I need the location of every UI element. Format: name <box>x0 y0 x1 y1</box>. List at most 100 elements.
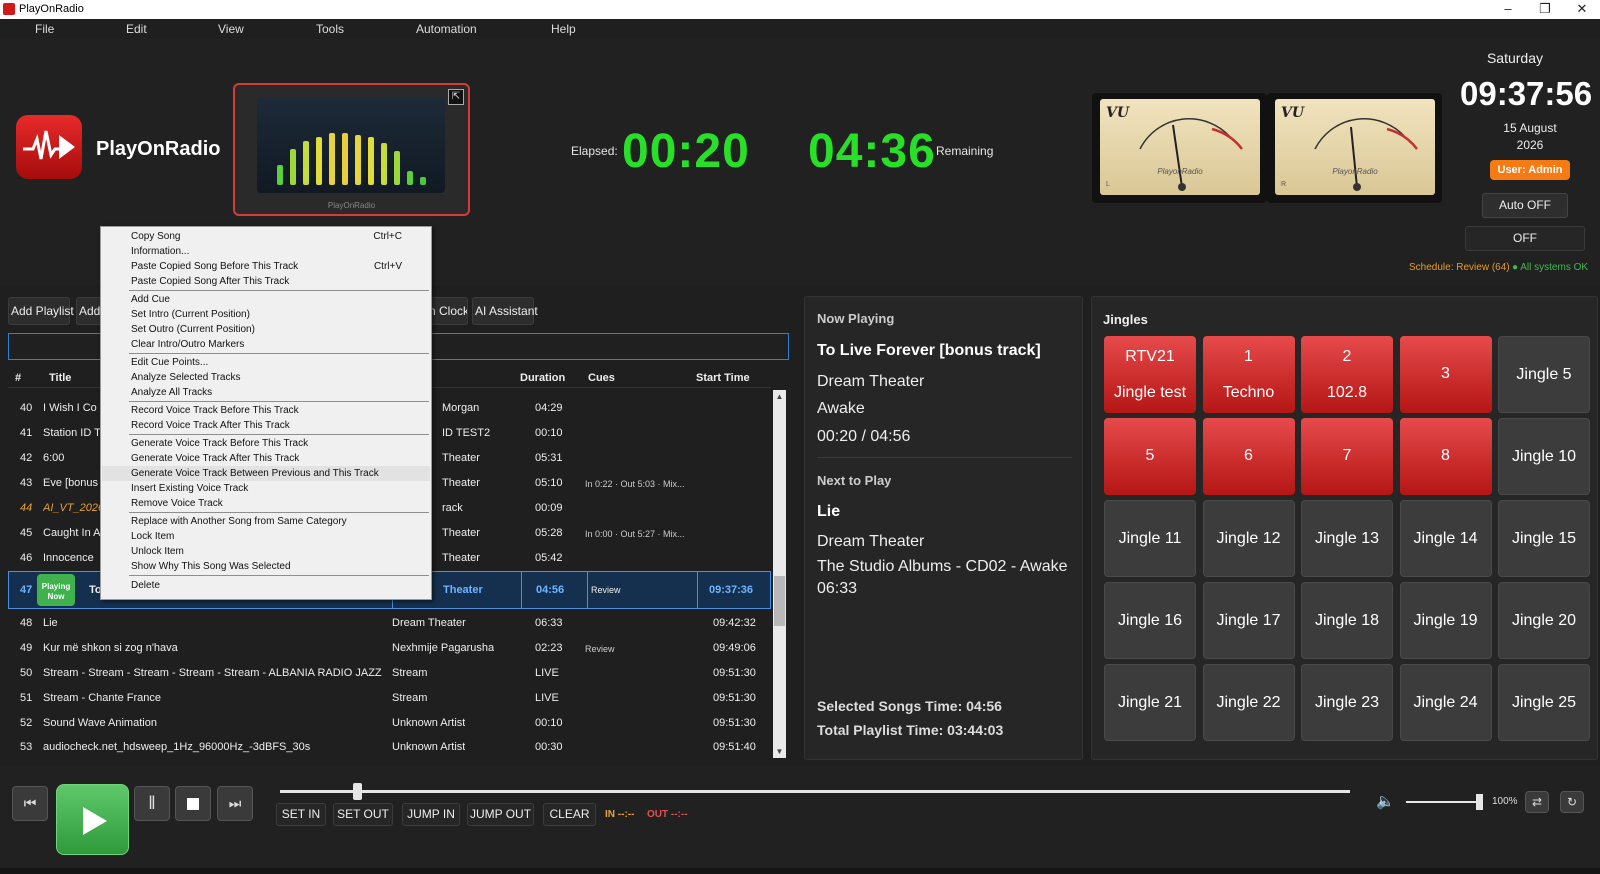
jingle-button[interactable]: Jingle 20 <box>1498 582 1590 659</box>
menu-item-replace-song[interactable]: Replace with Another Song from Same Cate… <box>102 514 430 529</box>
close-icon[interactable]: ✕ <box>1572 1 1592 17</box>
menu-item-paste-before[interactable]: Paste Copied Song Before This Track Ctrl+… <box>102 259 430 274</box>
table-row[interactable]: 49 Kur më shkon si zog n'hava Nexhmije P… <box>8 636 771 661</box>
menu-item-generate-vt-before[interactable]: Generate Voice Track Before This Track <box>102 436 430 451</box>
menu-item-analyze-all[interactable]: Analyze All Tracks <box>102 385 430 400</box>
jingle-button[interactable]: Jingle 19 <box>1399 582 1492 659</box>
menu-item-set-outro[interactable]: Set Outro (Current Position) <box>102 322 430 337</box>
minimize-icon[interactable]: – <box>1498 1 1518 16</box>
menu-item-label: Show Why This Song Was Selected <box>131 561 291 572</box>
playlist-scrollbar[interactable]: ▲ ▼ <box>773 390 786 758</box>
menu-item-information[interactable]: Information... <box>102 244 430 259</box>
col-title[interactable]: Title <box>49 372 71 384</box>
scroll-thumb[interactable] <box>774 576 785 626</box>
menu-item-edit-cue-points[interactable]: Edit Cue Points... <box>102 355 430 370</box>
scroll-down-icon[interactable]: ▼ <box>773 745 786 758</box>
table-row[interactable]: 52 Sound Wave Animation Unknown Artist 0… <box>8 711 771 736</box>
jingle-button[interactable]: 3 <box>1399 336 1492 413</box>
col-cues[interactable]: Cues <box>588 372 615 384</box>
previous-track-button[interactable]: ⏮ <box>12 786 48 821</box>
add-button[interactable]: Add <box>76 297 102 325</box>
menu-item-add-cue[interactable]: Add Cue <box>102 292 430 307</box>
jump-in-button[interactable]: JUMP IN <box>402 803 460 826</box>
jingle-button[interactable]: Jingle 15 <box>1498 500 1590 577</box>
menu-file[interactable]: File <box>35 22 54 36</box>
scroll-up-icon[interactable]: ▲ <box>773 390 786 403</box>
set-out-button[interactable]: SET OUT <box>333 803 393 826</box>
table-row[interactable]: 50 Stream - Stream - Stream - Stream - S… <box>8 661 771 686</box>
shuffle-button[interactable]: ⇄ <box>1525 791 1549 813</box>
volume-icon[interactable]: 🔈 <box>1376 792 1395 810</box>
col-start-time[interactable]: Start Time <box>696 372 750 384</box>
table-row[interactable]: 48 Lie Dream Theater 06:33 09:42:32 <box>8 611 771 636</box>
menu-item-set-intro[interactable]: Set Intro (Current Position) <box>102 307 430 322</box>
jingle-label: Jingle 17 <box>1216 612 1281 629</box>
menu-item-record-vt-after[interactable]: Record Voice Track After This Track <box>102 418 430 433</box>
jingle-button[interactable]: Jingle 14 <box>1399 500 1492 577</box>
menu-automation[interactable]: Automation <box>416 22 477 36</box>
col-num[interactable]: # <box>15 372 21 384</box>
off-button[interactable]: OFF <box>1465 226 1585 251</box>
menu-item-remove-vt[interactable]: Remove Voice Track <box>102 496 430 511</box>
jingle-button[interactable]: Jingle 11 <box>1104 500 1196 577</box>
jingle-label: Jingle 23 <box>1314 694 1380 711</box>
expand-icon[interactable]: ⇱ <box>448 89 464 105</box>
ai-assistant-button[interactable]: AI Assistant <box>472 297 538 325</box>
jingle-button[interactable]: Jingle 25 <box>1498 664 1590 741</box>
add-playlist-button[interactable]: Add Playlist <box>8 297 74 325</box>
jingle-button[interactable]: 2 102.8 <box>1301 336 1393 413</box>
jingle-button[interactable]: Jingle 17 <box>1202 582 1295 659</box>
col-duration[interactable]: Duration <box>520 372 565 384</box>
jingle-button[interactable]: 5 <box>1104 418 1196 495</box>
clear-button[interactable]: CLEAR <box>543 803 596 826</box>
jingle-button[interactable]: Jingle 10 <box>1498 418 1590 495</box>
jingle-button[interactable]: Jingle 12 <box>1202 500 1295 577</box>
seek-bar[interactable] <box>280 783 1350 800</box>
menu-item-paste-after[interactable]: Paste Copied Song After This Track <box>102 274 430 289</box>
repeat-button[interactable]: ↻ <box>1560 791 1584 813</box>
jingle-button[interactable]: RTV21 Jingle test <box>1104 336 1196 413</box>
menu-item-record-vt-before[interactable]: Record Voice Track Before This Track <box>102 403 430 418</box>
menu-item-lock[interactable]: Lock Item <box>102 529 430 544</box>
table-row[interactable]: 53 audiocheck.net_hdsweep_1Hz_96000Hz_-3… <box>8 735 771 760</box>
menu-item-unlock[interactable]: Unlock Item <box>102 544 430 559</box>
auto-toggle-button[interactable]: Auto OFF <box>1482 193 1568 218</box>
menu-item-clear-markers[interactable]: Clear Intro/Outro Markers <box>102 337 430 352</box>
volume-slider[interactable] <box>1406 794 1483 810</box>
menu-help[interactable]: Help <box>551 22 576 36</box>
jingle-button[interactable]: Jingle 22 <box>1202 664 1295 741</box>
jingle-button[interactable]: Jingle 13 <box>1301 500 1393 577</box>
seek-handle[interactable] <box>352 783 362 800</box>
jingle-button[interactable]: Jingle 16 <box>1104 582 1196 659</box>
restore-icon[interactable]: ❐ <box>1535 1 1555 17</box>
menu-item-delete[interactable]: Delete <box>102 578 430 593</box>
jingle-button[interactable]: 8 <box>1399 418 1492 495</box>
menu-item-show-why[interactable]: Show Why This Song Was Selected <box>102 559 430 574</box>
volume-handle[interactable] <box>1476 794 1483 810</box>
table-row[interactable]: 51 Stream - Chante France Stream LIVE 09… <box>8 686 771 711</box>
menu-item-generate-vt-after[interactable]: Generate Voice Track After This Track <box>102 451 430 466</box>
jingle-button[interactable]: Jingle 18 <box>1301 582 1393 659</box>
menu-tools[interactable]: Tools <box>316 22 344 36</box>
menu-item-generate-vt-between[interactable]: Generate Voice Track Between Previous an… <box>102 466 430 481</box>
pause-button[interactable]: ‖ <box>134 786 170 821</box>
jingle-button[interactable]: 7 <box>1301 418 1393 495</box>
jingle-button[interactable]: 1 Techno <box>1202 336 1295 413</box>
jingle-button[interactable]: Jingle 5 <box>1498 336 1590 413</box>
menu-item-copy-song[interactable]: Copy Song Ctrl+C <box>102 229 430 244</box>
jump-out-button[interactable]: JUMP OUT <box>467 803 534 826</box>
schedule-status[interactable]: Schedule: Review (64) <box>1409 262 1510 273</box>
menu-edit[interactable]: Edit <box>126 22 147 36</box>
menu-view[interactable]: View <box>218 22 244 36</box>
jingle-button[interactable]: 6 <box>1202 418 1295 495</box>
set-in-button[interactable]: SET IN <box>276 803 326 826</box>
menu-item-insert-existing-vt[interactable]: Insert Existing Voice Track <box>102 481 430 496</box>
jingle-button[interactable]: Jingle 21 <box>1104 664 1196 741</box>
clock-button[interactable]: n Clock <box>426 297 468 325</box>
jingle-button[interactable]: Jingle 23 <box>1301 664 1393 741</box>
play-button[interactable] <box>56 784 129 855</box>
jingle-button[interactable]: Jingle 24 <box>1399 664 1492 741</box>
menu-item-analyze-selected[interactable]: Analyze Selected Tracks <box>102 370 430 385</box>
next-track-button[interactable]: ⏭ <box>217 786 253 821</box>
stop-button[interactable] <box>175 786 211 821</box>
